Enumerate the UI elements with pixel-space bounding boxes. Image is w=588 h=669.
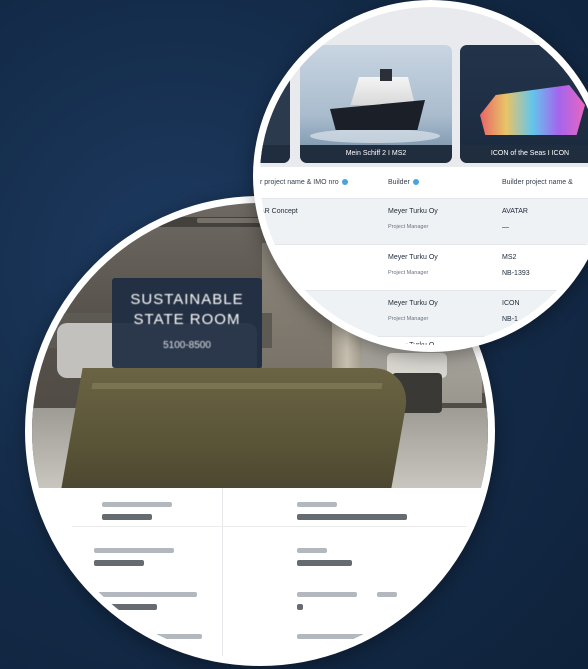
cell-role: Project Manager	[388, 270, 429, 276]
detail-value-1	[102, 514, 152, 520]
detail-label-7	[377, 592, 397, 597]
column-header-label: r project name & IMO nro	[260, 179, 339, 186]
cell-role: Project Manager	[388, 224, 429, 230]
column-header-builder-project[interactable]: Builder project name &	[502, 179, 573, 186]
detail-label-1	[102, 502, 172, 507]
detail-label-3	[94, 548, 174, 553]
cell-builder-code: —	[502, 224, 509, 231]
details-separator	[72, 526, 488, 527]
details-divider	[222, 488, 223, 659]
detail-label-6	[297, 592, 357, 597]
column-header-builder[interactable]: Builder	[388, 179, 419, 186]
detail-value-5	[87, 604, 157, 610]
column-header-label: Builder project name &	[502, 179, 573, 186]
stateroom-code: 5100-8500	[163, 340, 211, 351]
sort-icon[interactable]	[341, 179, 348, 185]
detail-value-4	[297, 560, 352, 566]
table-header: r project name & IMO nro Builder Builder…	[260, 167, 588, 199]
table-row[interactable]: ff 2 Meyer Turku Oy Project Manager MS2 …	[260, 245, 588, 291]
ship-card-caption: ICON of the Seas I ICON	[460, 145, 588, 163]
cell-builder-project: AVATAR	[502, 208, 528, 215]
detail-value-3	[94, 560, 144, 566]
detail-label-9	[297, 634, 417, 639]
bed-stripe	[91, 383, 383, 389]
detail-label-4	[297, 548, 327, 553]
detail-value-2	[297, 514, 407, 520]
ship-card-icon[interactable]: ICON of the Seas I ICON	[460, 45, 588, 163]
ship-funnel	[380, 69, 392, 81]
ship-card-caption	[260, 145, 290, 163]
ship-card-ms2[interactable]: Mein Schiff 2 I MS2	[300, 45, 452, 163]
stateroom-title-line2: STATE ROOM	[133, 311, 241, 328]
detail-label-2	[297, 502, 337, 507]
cell-builder: Meyer Turku Oy	[388, 208, 438, 215]
table-row[interactable]: Meyer Turku Oy Project Manager ICON NB-1	[260, 291, 588, 337]
cell-builder: Meyer Turku O	[388, 342, 435, 349]
column-header-project[interactable]: r project name & IMO nro	[260, 179, 348, 186]
cell-builder: Meyer Turku Oy	[388, 254, 438, 261]
projects-table-circle: Mein Schiff 2 I MS2 ICON of the Seas I I…	[253, 0, 588, 352]
stateroom-label: SUSTAINABLE STATE ROOM 5100-8500	[112, 278, 262, 368]
ship-card-caption: Mein Schiff 2 I MS2	[300, 145, 452, 163]
ship-cards-strip: Mein Schiff 2 I MS2 ICON of the Seas I I…	[260, 7, 588, 167]
ship-decks	[350, 77, 415, 105]
cell-builder-project: ICON	[502, 300, 520, 307]
ship-hull	[330, 100, 425, 130]
cell-builder-code: NB-1393	[502, 270, 530, 277]
cell-project: ff 2	[260, 254, 270, 261]
cell-builder-code: NB-1	[502, 316, 518, 323]
table-row[interactable]: AR Concept Meyer Turku Oy Project Manage…	[260, 199, 588, 245]
detail-label-5	[87, 592, 197, 597]
detail-label-8	[92, 634, 202, 639]
cell-builder-project: MS2	[502, 254, 517, 261]
detail-value-6	[297, 604, 303, 610]
ship-wake	[310, 129, 440, 143]
stateroom-title-line1: SUSTAINABLE	[130, 291, 244, 308]
column-header-label: Builder	[388, 179, 410, 186]
cell-project: AR Concept	[260, 208, 298, 215]
stateroom-details	[32, 488, 488, 659]
cell-builder: Meyer Turku Oy	[388, 300, 438, 307]
ship-card-avatar[interactable]	[260, 45, 290, 163]
sort-icon[interactable]	[412, 179, 419, 185]
ship-image	[480, 85, 585, 135]
cell-role: Project Manager	[388, 316, 429, 322]
